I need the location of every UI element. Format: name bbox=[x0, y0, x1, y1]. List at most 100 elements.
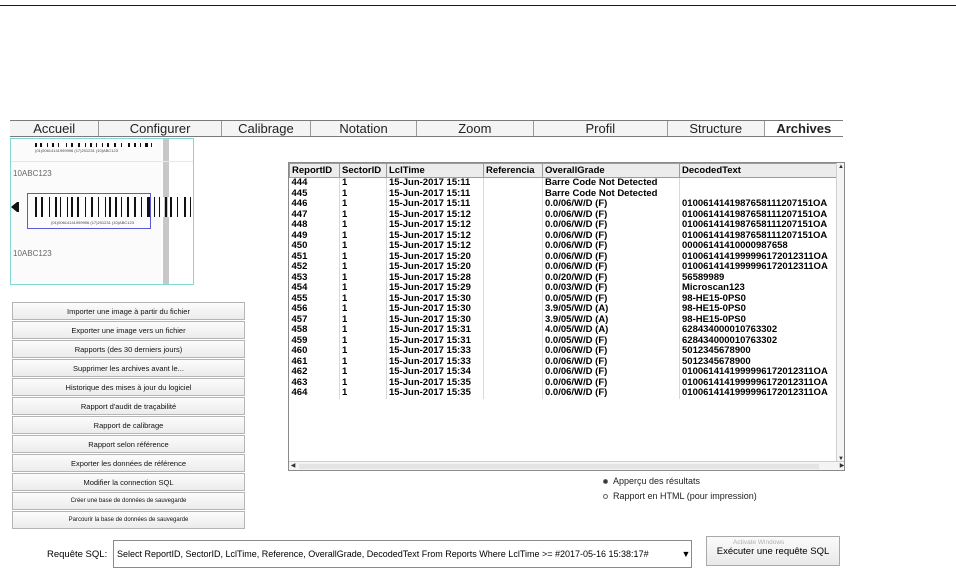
table-row[interactable]: 449 1 15-Jun-2017 15:12 0.0/06/W/D (F) 01006… bbox=[289, 230, 839, 241]
barcode-bar bbox=[162, 197, 164, 217]
table-cell bbox=[679, 188, 839, 199]
table-cell: 454 bbox=[289, 283, 340, 294]
table-row[interactable]: 458 1 15-Jun-2017 15:31 4.0/05/W/D (A) 62843… bbox=[289, 325, 839, 336]
action-button[interactable]: Rapport de calibrage bbox=[12, 416, 245, 434]
action-button[interactable]: Importer une image à partir du fichier bbox=[12, 302, 245, 320]
execute-sql-button[interactable]: Activate Windows Exécuter une requête SQ… bbox=[706, 536, 840, 566]
table-cell: 0100614141987658111207151OA bbox=[679, 199, 839, 210]
table-cell: 0100614141987658111207151OA bbox=[679, 209, 839, 220]
column-header[interactable]: DecodedText bbox=[679, 163, 839, 178]
table-cell: 15-Jun-2017 15:28 bbox=[386, 272, 484, 283]
table-cell bbox=[483, 304, 543, 315]
table-row[interactable]: 464 1 15-Jun-2017 15:35 0.0/06/W/D (F) 01006… bbox=[289, 388, 839, 399]
table-row[interactable]: 463 1 15-Jun-2017 15:35 0.0/06/W/D (F) 01006… bbox=[289, 377, 839, 388]
table-row[interactable]: 457 1 15-Jun-2017 15:30 3.9/05/W/D (A) 98-HE… bbox=[289, 314, 839, 325]
barcode-bar bbox=[51, 143, 54, 147]
horizontal-scroll-thumb[interactable] bbox=[299, 464, 819, 469]
table-row[interactable]: 460 1 15-Jun-2017 15:33 0.0/06/W/D (F) 50123… bbox=[289, 346, 839, 357]
action-button[interactable]: Historique des mises à jour du logiciel bbox=[12, 378, 245, 396]
barcode-bar bbox=[143, 197, 146, 217]
table-row[interactable]: 462 1 15-Jun-2017 15:34 0.0/06/W/D (F) 01006… bbox=[289, 367, 839, 378]
scroll-left-icon[interactable]: ◀ bbox=[289, 462, 297, 470]
barcode-bar bbox=[48, 197, 50, 217]
action-button[interactable]: Rapport selon référence bbox=[12, 435, 245, 453]
barcode-bar bbox=[113, 197, 115, 217]
barcode-bar bbox=[38, 197, 40, 217]
table-row[interactable]: 455 1 15-Jun-2017 15:30 0.0/05/W/D (F) 98-HE… bbox=[289, 293, 839, 304]
table-cell: 0.0/06/W/D (F) bbox=[542, 220, 680, 231]
table-cell: 0.0/06/W/D (F) bbox=[542, 356, 680, 367]
barcode-bar bbox=[65, 143, 67, 147]
table-cell: 1 bbox=[339, 220, 387, 231]
column-header[interactable]: ReportID bbox=[289, 163, 340, 178]
option-preview-results[interactable]: Apperçu des résultats bbox=[603, 476, 700, 486]
barcode-bar bbox=[148, 143, 150, 147]
sql-query-input[interactable]: Select ReportID, SectorID, LclTime, Refe… bbox=[113, 540, 692, 568]
tab-accueil[interactable]: Accueil bbox=[10, 121, 100, 136]
tab-zoom[interactable]: Zoom bbox=[417, 121, 534, 136]
tab-archives[interactable]: Archives bbox=[764, 121, 843, 136]
barcode-bar bbox=[77, 197, 79, 217]
table-vertical-scrollbar[interactable]: ▲ ▼ bbox=[836, 163, 844, 463]
table-cell: 0.0/05/W/D (F) bbox=[542, 335, 680, 346]
tab-profil[interactable]: Profil bbox=[534, 121, 668, 136]
table-row[interactable]: 450 1 15-Jun-2017 15:12 0.0/06/W/D (F) 00006… bbox=[289, 241, 839, 252]
chevron-down-icon[interactable]: ▼ bbox=[681, 549, 691, 559]
table-row[interactable]: 452 1 15-Jun-2017 15:20 0.0/06/W/D (F) 01006… bbox=[289, 262, 839, 273]
table-cell: 15-Jun-2017 15:12 bbox=[386, 220, 484, 231]
barcode-bar bbox=[136, 197, 139, 217]
barcode-bar bbox=[115, 197, 118, 217]
scroll-right-icon[interactable]: ▶ bbox=[838, 462, 844, 470]
table-cell: 98-HE15-0PS0 bbox=[679, 314, 839, 325]
table-row[interactable]: 451 1 15-Jun-2017 15:20 0.0/06/W/D (F) 01006… bbox=[289, 251, 839, 262]
column-header[interactable]: Referencia bbox=[483, 163, 543, 178]
action-button[interactable]: Rapport d'audit de traçabilité bbox=[12, 397, 245, 415]
table-row[interactable]: 461 1 15-Jun-2017 15:33 0.0/06/W/D (F) 50123… bbox=[289, 356, 839, 367]
table-row[interactable]: 445 1 15-Jun-2017 15:11 Barre Code Not Dete… bbox=[289, 188, 839, 199]
table-row[interactable]: 454 1 15-Jun-2017 15:29 0.0/03/W/D (F) Micro… bbox=[289, 283, 839, 294]
barcode-bar bbox=[126, 197, 129, 217]
barcode-bar bbox=[123, 197, 125, 217]
column-header[interactable]: OverallGrade bbox=[542, 163, 680, 178]
action-button[interactable]: Exporter une image vers un fichier bbox=[12, 321, 245, 339]
barcode-bar bbox=[87, 197, 89, 217]
tab-configurer[interactable]: Configurer bbox=[99, 121, 222, 136]
table-row[interactable]: 444 1 15-Jun-2017 15:11 Barre Code Not Dete… bbox=[289, 177, 839, 189]
table-cell bbox=[483, 314, 543, 325]
column-header[interactable]: SectorID bbox=[339, 163, 387, 178]
table-row[interactable]: 446 1 15-Jun-2017 15:11 0.0/06/W/D (F) 01006… bbox=[289, 199, 839, 210]
table-cell: 0.0/06/W/D (F) bbox=[542, 199, 680, 210]
action-button[interactable]: Créer une base de données de sauvegarde bbox=[12, 492, 245, 510]
table-cell: 1 bbox=[339, 251, 387, 262]
barcode-bar bbox=[134, 143, 136, 147]
table-cell: 1 bbox=[339, 325, 387, 336]
action-button[interactable]: Supprimer les archives avant le... bbox=[12, 359, 245, 377]
table-cell: 15-Jun-2017 15:31 bbox=[386, 335, 484, 346]
action-button[interactable]: Exporter les données de référence bbox=[12, 454, 245, 472]
barcode-bar bbox=[78, 143, 80, 147]
table-cell: 0.0/06/W/D (F) bbox=[542, 262, 680, 273]
table-horizontal-scrollbar[interactable]: ◀ ▶ bbox=[289, 461, 844, 470]
column-header[interactable]: LclTime bbox=[386, 163, 484, 178]
table-cell: 1 bbox=[339, 367, 387, 378]
action-button[interactable]: Rapports (des 30 derniers jours) bbox=[12, 340, 245, 358]
table-cell: 1 bbox=[339, 188, 387, 199]
barcode-bar bbox=[67, 143, 70, 147]
table-cell bbox=[483, 388, 543, 399]
table-cell: 0100614141999996172012311OA bbox=[679, 388, 839, 399]
table-cell bbox=[483, 325, 543, 336]
tab-structure[interactable]: Structure bbox=[668, 121, 765, 136]
option-html-report[interactable]: Rapport en HTML (pour impression) bbox=[603, 491, 757, 501]
scroll-up-icon[interactable]: ▲ bbox=[837, 163, 844, 171]
table-cell: Barre Code Not Detected bbox=[542, 177, 680, 189]
tab-notation[interactable]: Notation bbox=[311, 121, 417, 136]
table-row[interactable]: 447 1 15-Jun-2017 15:12 0.0/06/W/D (F) 01006… bbox=[289, 209, 839, 220]
table-row[interactable]: 459 1 15-Jun-2017 15:31 0.0/05/W/D (F) 62843… bbox=[289, 335, 839, 346]
table-row[interactable]: 456 1 15-Jun-2017 15:30 3.9/05/W/D (A) 98-HE… bbox=[289, 304, 839, 315]
action-button[interactable]: Modifier la connection SQL bbox=[12, 473, 245, 491]
table-row[interactable]: 453 1 15-Jun-2017 15:28 0.0/20/W/D (F) 56589… bbox=[289, 272, 839, 283]
action-button[interactable]: Parcourir la base de données de sauvegar… bbox=[12, 511, 245, 529]
barcode-bar bbox=[118, 197, 121, 217]
table-row[interactable]: 448 1 15-Jun-2017 15:12 0.0/06/W/D (F) 01006… bbox=[289, 220, 839, 231]
tab-calibrage[interactable]: Calibrage bbox=[222, 121, 312, 136]
